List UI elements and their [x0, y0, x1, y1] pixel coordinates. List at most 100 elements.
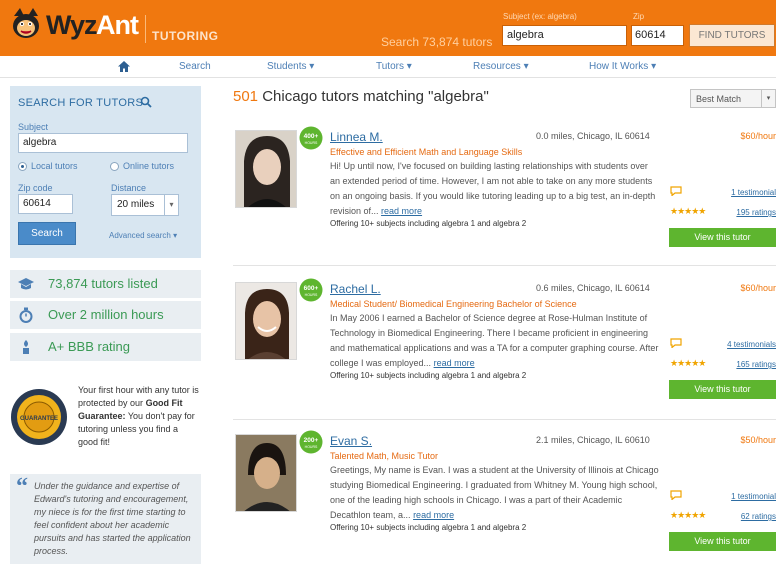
tutor-location: 0.6 miles, Chicago, IL 60614 — [536, 283, 650, 293]
seal-text: GUARANTEE — [20, 416, 58, 422]
logo-wyz-text[interactable]: Wyz — [46, 10, 98, 41]
testimonials-link[interactable]: 1 testimonial — [731, 492, 776, 501]
header-subject-input[interactable]: algebra — [502, 25, 627, 46]
ratings-link[interactable]: 62 ratings — [741, 512, 776, 521]
online-tutors-radio[interactable] — [110, 162, 119, 171]
view-tutor-button[interactable]: View this tutor — [669, 228, 776, 247]
tutor-location: 0.0 miles, Chicago, IL 60614 — [536, 131, 650, 141]
logo-ant-text[interactable]: Ant — [96, 10, 139, 41]
nav-students[interactable]: Students ▾ — [267, 61, 314, 72]
main-nav: Search Students ▾ Tutors ▾ Resources ▾ H… — [0, 56, 776, 78]
subject-label: Subject — [18, 122, 49, 132]
tutor-tagline: Talented Math, Music Tutor — [330, 451, 439, 461]
tutor-bio: Greetings, My name is Evan. I was a stud… — [330, 463, 660, 523]
stat-tutors-listed: 73,874 tutors listed — [10, 270, 201, 298]
tutor-photo[interactable] — [235, 282, 297, 360]
tutor-bio: In May 2006 I earned a Bachelor of Scien… — [330, 311, 660, 371]
results-count: 501 — [233, 88, 259, 105]
tutor-tagline: Effective and Efficient Math and Languag… — [330, 147, 523, 157]
star-rating: ★★★★★ — [670, 358, 706, 368]
local-tutors-label: Local tutors — [31, 161, 78, 171]
header-subject-label: Subject (ex: algebra) — [503, 12, 577, 21]
chevron-down-icon: ▾ — [173, 231, 178, 240]
testimonial-quote: “ Under the guidance and expertise of Ed… — [10, 474, 201, 564]
stopwatch-icon — [19, 307, 33, 323]
tutor-photo[interactable] — [235, 130, 297, 208]
tutor-photo-image — [236, 131, 296, 207]
advanced-search-link[interactable]: Advanced search ▾ — [109, 231, 177, 240]
sidebar-search-panel: SEARCH FOR TUTORS Subject algebra Local … — [10, 86, 201, 258]
nav-how-it-works[interactable]: How It Works ▾ — [589, 61, 656, 72]
tutor-photo[interactable] — [235, 434, 297, 512]
hours-badge-unit: HOURS — [305, 141, 318, 145]
hours-badge-icon: 400+ HOURS — [299, 126, 323, 150]
header-zip-input[interactable]: 60614 — [631, 25, 684, 46]
hours-badge-icon: 600+ HOURS — [299, 278, 323, 302]
tutor-card: 200+ HOURS Evan S. 2.1 miles, Chicago, I… — [233, 430, 776, 552]
stat-tutors-text: 73,874 tutors listed — [48, 276, 158, 291]
read-more-link[interactable]: read more — [434, 358, 475, 368]
tutor-name-link[interactable]: Evan S. — [330, 434, 372, 448]
hours-badge-unit: HOURS — [305, 445, 318, 449]
chevron-down-icon: ▾ — [523, 61, 529, 72]
nav-resources[interactable]: Resources ▾ — [473, 61, 529, 72]
read-more-link[interactable]: read more — [413, 510, 454, 520]
tutor-photo-image — [236, 283, 296, 359]
bbb-torch-icon — [23, 340, 29, 354]
nav-tutors[interactable]: Tutors ▾ — [376, 61, 412, 72]
tutor-card: 400+ HOURS Linnea M. 0.0 miles, Chicago,… — [233, 126, 776, 248]
header-zip-label: Zip — [633, 12, 645, 21]
distance-select[interactable]: 20 miles ▾ — [111, 194, 179, 216]
header-tutor-count: Search 73,874 tutors — [381, 35, 493, 49]
wyzant-dog-logo-icon[interactable] — [10, 6, 42, 40]
hours-badge-icon: 200+ HOURS — [299, 430, 323, 454]
nav-students-label: Students — [267, 61, 307, 72]
stat-hours-text: Over 2 million hours — [48, 307, 164, 322]
search-icon — [140, 96, 152, 108]
results-heading: 501 Chicago tutors matching "algebra" — [233, 88, 489, 105]
zip-code-label: Zip code — [18, 183, 53, 193]
subject-input[interactable]: algebra — [18, 133, 188, 153]
good-fit-guarantee-text: Your first hour with any tutor is protec… — [78, 384, 200, 449]
speech-bubble-icon — [670, 338, 682, 348]
star-rating: ★★★★★ — [670, 206, 706, 216]
hours-badge-unit: HOURS — [305, 293, 318, 297]
online-tutors-label: Online tutors — [123, 161, 175, 171]
tutor-card: 600+ HOURS Rachel L. 0.6 miles, Chicago,… — [233, 278, 776, 400]
tutor-rate: $50/hour — [740, 435, 776, 445]
read-more-link[interactable]: read more — [381, 206, 422, 216]
view-tutor-button[interactable]: View this tutor — [669, 532, 776, 551]
ratings-link[interactable]: 195 ratings — [736, 208, 776, 217]
tutor-name-link[interactable]: Linnea M. — [330, 130, 383, 144]
sort-select[interactable]: Best Match ▾ — [690, 89, 776, 108]
hours-badge-value: 600+ — [304, 285, 319, 292]
star-rating: ★★★★★ — [670, 510, 706, 520]
testimonials-link[interactable]: 4 testimonials — [727, 340, 776, 349]
sidebar-search-button[interactable]: Search — [18, 222, 76, 245]
nav-search[interactable]: Search — [179, 61, 211, 72]
hours-badge-value: 200+ — [304, 437, 319, 444]
hours-badge-value: 400+ — [304, 133, 319, 140]
tutor-tagline: Medical Student/ Biomedical Engineering … — [330, 299, 577, 309]
home-icon[interactable] — [118, 61, 130, 72]
tutor-photo-image — [236, 435, 296, 511]
stat-bbb-rating: A+ BBB rating — [10, 333, 201, 361]
tutor-name-link[interactable]: Rachel L. — [330, 282, 381, 296]
chevron-down-icon: ▾ — [761, 90, 775, 107]
ratings-link[interactable]: 165 ratings — [736, 360, 776, 369]
stat-bbb-text: A+ BBB rating — [48, 339, 131, 354]
stat-hours: Over 2 million hours — [10, 301, 201, 329]
testimonials-link[interactable]: 1 testimonial — [731, 188, 776, 197]
distance-label: Distance — [111, 183, 147, 193]
tutor-bio-text: Greetings, My name is Evan. I was a stud… — [330, 465, 659, 520]
tutor-bio: Hi! Up until now, I've focused on buildi… — [330, 159, 660, 219]
view-tutor-button[interactable]: View this tutor — [669, 380, 776, 399]
quote-icon: “ — [16, 474, 28, 500]
find-tutors-button[interactable]: FIND TUTORS — [689, 24, 775, 47]
chevron-down-icon: ▾ — [651, 61, 657, 72]
local-tutors-radio[interactable] — [18, 162, 27, 171]
distance-value: 20 miles — [117, 199, 155, 210]
zip-code-input[interactable]: 60614 — [18, 194, 73, 214]
tutor-offering: Offering 10+ subjects including algebra … — [330, 371, 527, 380]
nav-resources-label: Resources — [473, 61, 521, 72]
